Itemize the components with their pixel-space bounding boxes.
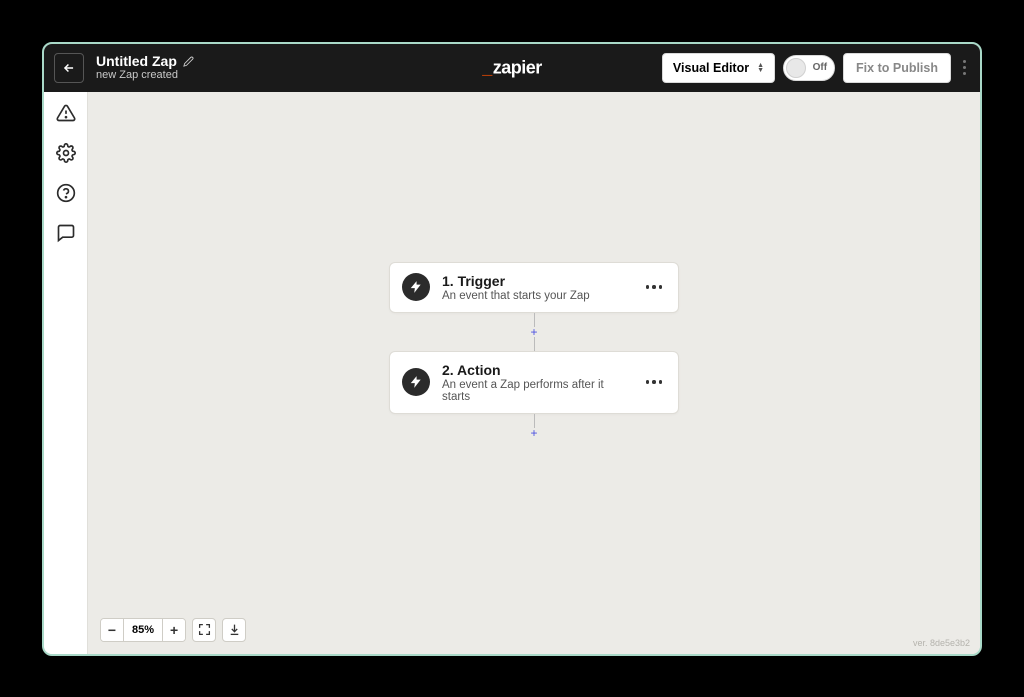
header-bar: Untitled Zap new Zap created _zapier Vis… bbox=[44, 44, 980, 92]
step-desc: An event that starts your Zap bbox=[442, 290, 630, 302]
bolt-icon bbox=[402, 368, 430, 396]
canvas[interactable]: 1. Trigger An event that starts your Zap… bbox=[88, 92, 980, 654]
step-overflow-menu[interactable] bbox=[642, 376, 667, 388]
step-title: 2. Action bbox=[442, 362, 630, 378]
add-step-button[interactable]: + bbox=[529, 327, 539, 337]
publish-button[interactable]: Fix to Publish bbox=[843, 53, 951, 83]
fit-screen-button[interactable] bbox=[192, 618, 216, 642]
zoom-percent[interactable]: 85% bbox=[124, 619, 162, 641]
step-desc: An event a Zap performs after it starts bbox=[442, 379, 630, 403]
zoom-controls: − 85% + bbox=[100, 618, 246, 642]
trigger-step[interactable]: 1. Trigger An event that starts your Zap bbox=[389, 262, 679, 313]
flow-container: 1. Trigger An event that starts your Zap… bbox=[389, 262, 679, 438]
comment-icon[interactable] bbox=[55, 222, 77, 244]
header-overflow-menu[interactable] bbox=[959, 60, 970, 75]
download-button[interactable] bbox=[222, 618, 246, 642]
updown-icon: ▲▼ bbox=[757, 63, 764, 73]
help-icon[interactable] bbox=[55, 182, 77, 204]
back-button[interactable] bbox=[54, 53, 84, 83]
warning-icon[interactable] bbox=[55, 102, 77, 124]
step-title: 1. Trigger bbox=[442, 273, 630, 289]
settings-icon[interactable] bbox=[55, 142, 77, 164]
step-overflow-menu[interactable] bbox=[642, 281, 667, 293]
add-step-button[interactable]: + bbox=[529, 428, 539, 438]
title-block: Untitled Zap new Zap created bbox=[96, 53, 194, 82]
visual-editor-dropdown[interactable]: Visual Editor ▲▼ bbox=[662, 53, 775, 83]
version-label: ver. 8de5e3b2 bbox=[913, 638, 970, 648]
zap-subtitle: new Zap created bbox=[96, 69, 194, 82]
zap-title[interactable]: Untitled Zap bbox=[96, 53, 177, 69]
left-sidebar bbox=[44, 92, 88, 654]
zapier-logo: _zapier bbox=[482, 57, 542, 78]
connector: + bbox=[529, 313, 539, 351]
zoom-out-button[interactable]: − bbox=[101, 619, 123, 641]
app-window: Untitled Zap new Zap created _zapier Vis… bbox=[42, 42, 982, 656]
action-step[interactable]: 2. Action An event a Zap performs after … bbox=[389, 351, 679, 414]
toggle-knob bbox=[786, 58, 806, 78]
enable-toggle[interactable]: Off bbox=[783, 55, 835, 81]
editor-body: 1. Trigger An event that starts your Zap… bbox=[44, 92, 980, 654]
bolt-icon bbox=[402, 273, 430, 301]
zoom-in-button[interactable]: + bbox=[163, 619, 185, 641]
edit-title-icon[interactable] bbox=[183, 56, 194, 67]
connector-end: + bbox=[529, 414, 539, 438]
